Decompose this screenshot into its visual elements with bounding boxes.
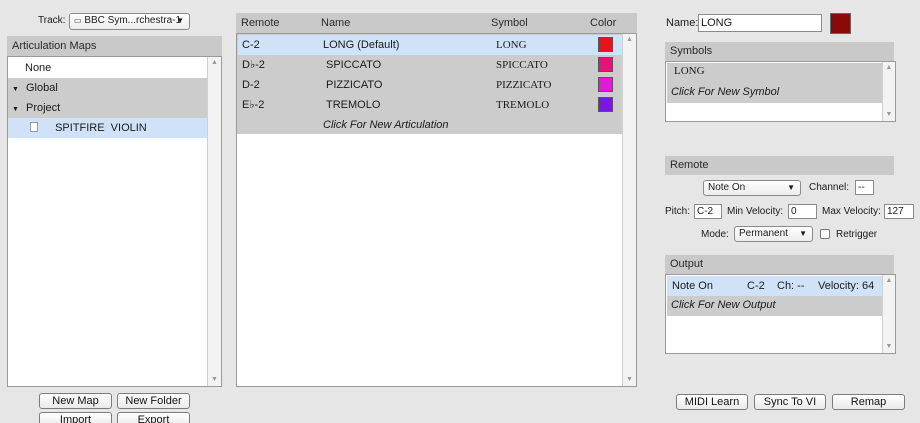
sync-to-vi-button[interactable]: Sync To VI <box>754 394 826 410</box>
symbols-list[interactable]: LONG Click For New Symbol ▲ ▼ <box>665 61 896 122</box>
scroll-up-icon[interactable]: ▲ <box>883 275 895 287</box>
articulation-row[interactable]: D♭-2 SPICCATO SPICCATO <box>238 55 634 75</box>
map-folder-project[interactable]: ▼ Project <box>8 98 207 118</box>
color-swatch[interactable] <box>598 97 613 112</box>
row-symbol: PIZZICATO <box>496 79 552 91</box>
articulation-row[interactable]: D-2 PIZZICATO PIZZICATO <box>238 75 634 95</box>
import-button[interactable]: Import <box>39 412 112 423</box>
channel-field[interactable]: -- <box>855 180 874 195</box>
map-item-spitfire-violin[interactable]: SPITFIRE VIOLIN <box>8 118 207 138</box>
chevron-down-icon: ▼ <box>176 16 184 25</box>
output-pitch: C-2 <box>747 280 765 292</box>
column-name: Name <box>321 17 351 29</box>
row-name: PIZZICATO <box>326 79 383 91</box>
mode-value: Permanent <box>739 228 788 239</box>
remote-header: Remote <box>665 156 894 175</box>
color-swatch[interactable] <box>598 77 613 92</box>
maps-scrollbar[interactable]: ▲ ▼ <box>207 57 221 386</box>
output-list[interactable]: Note On C-2 Ch: -- Velocity: 64 Click Fo… <box>665 274 896 354</box>
articulation-table-header: Remote Name Symbol Color <box>236 13 637 33</box>
articulation-scrollbar[interactable]: ▲ ▼ <box>622 34 636 386</box>
chevron-down-icon: ▼ <box>799 229 807 238</box>
row-name: TREMOLO <box>326 99 381 111</box>
max-velocity-field[interactable]: 127 <box>884 204 914 219</box>
map-item-none[interactable]: None <box>8 58 207 78</box>
new-output-row[interactable]: Click For New Output <box>671 299 776 311</box>
articulation-row[interactable]: C-2 LONG (Default) LONG <box>238 35 634 55</box>
scroll-up-icon[interactable]: ▲ <box>883 62 895 74</box>
row-name: LONG (Default) <box>323 39 400 51</box>
new-map-button[interactable]: New Map <box>39 393 112 409</box>
scroll-up-icon[interactable]: ▲ <box>208 57 221 69</box>
row-symbol: LONG <box>496 39 527 51</box>
disclosure-triangle-icon: ▼ <box>12 106 19 113</box>
scroll-down-icon[interactable]: ▼ <box>208 374 221 386</box>
name-color-swatch[interactable] <box>830 13 851 34</box>
new-folder-button[interactable]: New Folder <box>117 393 190 409</box>
map-item-label: Project <box>26 102 61 114</box>
retrigger-checkbox[interactable] <box>820 229 830 239</box>
disclosure-triangle-icon: ▼ <box>12 86 19 93</box>
chevron-down-icon: ▼ <box>787 183 795 192</box>
output-velocity: Velocity: 64 <box>818 280 875 292</box>
map-item-label: Global <box>26 82 58 94</box>
row-remote: D-2 <box>242 79 260 91</box>
retrigger-label: Retrigger <box>836 229 878 240</box>
channel-label: Channel: <box>809 182 850 193</box>
name-label: Name: <box>666 17 699 29</box>
column-color: Color <box>590 17 617 29</box>
articulation-list[interactable]: C-2 LONG (Default) LONG D♭-2 SPICCATO SP… <box>236 33 637 387</box>
row-symbol: TREMOLO <box>496 99 550 111</box>
maps-list[interactable]: None ▼ Global ▼ Project SPITFIRE VIOLIN … <box>7 56 222 387</box>
remap-button[interactable]: Remap <box>832 394 905 410</box>
map-folder-global[interactable]: ▼ Global <box>8 78 207 98</box>
symbols-header: Symbols <box>665 42 894 61</box>
symbol-item[interactable]: LONG <box>674 65 705 77</box>
scroll-down-icon[interactable]: ▼ <box>883 341 895 353</box>
min-velocity-field[interactable]: 0 <box>788 204 817 219</box>
remote-type-value: Note On <box>708 182 746 193</box>
row-symbol: SPICCATO <box>496 59 548 71</box>
row-remote: D♭-2 <box>242 59 265 71</box>
new-articulation-row[interactable]: Click For New Articulation <box>238 115 634 135</box>
pitch-label: Pitch: <box>665 206 691 217</box>
color-swatch[interactable] <box>598 37 613 52</box>
column-symbol: Symbol <box>491 17 528 29</box>
symbols-scrollbar[interactable]: ▲ ▼ <box>882 62 895 121</box>
row-name: SPICCATO <box>326 59 382 71</box>
row-remote: E♭-2 <box>242 99 265 111</box>
pitch-field[interactable]: C-2 <box>694 204 722 219</box>
map-item-label: None <box>25 62 52 74</box>
track-popup[interactable]: ▭ BBC Sym...rchestra-1 ▼ <box>69 13 190 30</box>
midi-learn-button[interactable]: MIDI Learn <box>676 394 748 410</box>
document-icon <box>30 122 38 132</box>
max-velocity-label: Max Velocity: <box>822 206 881 217</box>
instrument-icon: ▭ <box>74 16 82 25</box>
mode-popup[interactable]: Permanent ▼ <box>734 226 813 242</box>
scroll-up-icon[interactable]: ▲ <box>623 34 636 46</box>
scroll-down-icon[interactable]: ▼ <box>623 374 636 386</box>
articulation-row[interactable]: E♭-2 TREMOLO TREMOLO <box>238 95 634 115</box>
color-swatch[interactable] <box>598 57 613 72</box>
output-type: Note On <box>672 280 713 292</box>
export-button[interactable]: Export <box>117 412 190 423</box>
new-symbol-row[interactable]: Click For New Symbol <box>671 86 779 98</box>
map-item-label: SPITFIRE VIOLIN <box>55 122 147 134</box>
mode-label: Mode: <box>701 229 729 240</box>
min-velocity-label: Min Velocity: <box>727 206 784 217</box>
maps-header: Articulation Maps <box>7 36 222 56</box>
output-scrollbar[interactable]: ▲ ▼ <box>882 275 895 353</box>
track-label: Track: <box>38 15 66 26</box>
row-remote: C-2 <box>242 39 260 51</box>
remote-type-popup[interactable]: Note On ▼ <box>703 180 801 196</box>
track-value: BBC Sym...rchestra-1 <box>84 15 182 26</box>
output-channel: Ch: -- <box>777 280 805 292</box>
scroll-down-icon[interactable]: ▼ <box>883 109 895 121</box>
column-remote: Remote <box>241 17 280 29</box>
output-row[interactable]: Note On C-2 Ch: -- Velocity: 64 <box>667 276 882 296</box>
name-field[interactable]: LONG <box>698 14 822 32</box>
output-header: Output <box>665 255 894 274</box>
